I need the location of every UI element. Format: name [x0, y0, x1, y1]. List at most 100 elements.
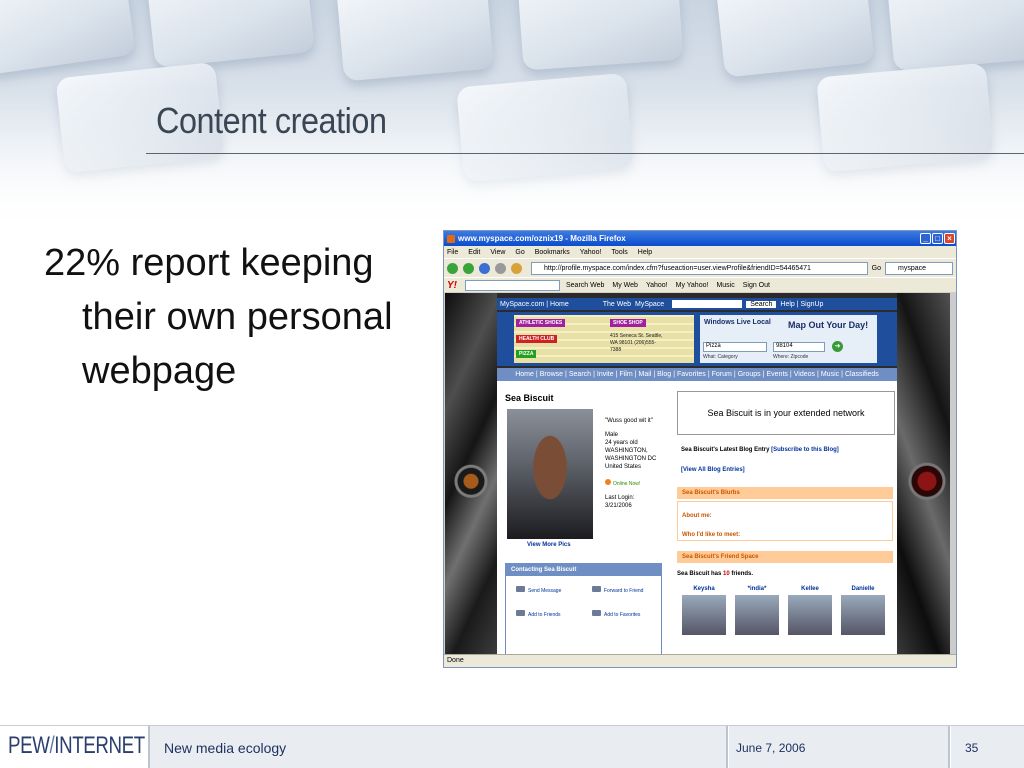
nav-film[interactable]: Film: [619, 371, 632, 378]
nav-favorites[interactable]: Favorites: [677, 371, 706, 378]
add-to-favorites-link[interactable]: Add to Favorites: [592, 610, 640, 618]
profile-country: United States: [605, 464, 642, 470]
what-input[interactable]: Pizza: [703, 342, 767, 352]
menu-help[interactable]: Help: [638, 249, 652, 256]
friend-card[interactable]: Danielle: [838, 586, 888, 635]
help-signup-links[interactable]: Help | SignUp: [780, 301, 823, 308]
background-fade: [0, 90, 1024, 230]
footer-right-panel: [951, 726, 1024, 768]
yahoo-search-web[interactable]: Search Web: [566, 282, 604, 289]
latest-blog-heading: Sea Biscuit's Latest Blog Entry [Subscri…: [681, 447, 839, 453]
close-icon[interactable]: ×: [944, 233, 955, 244]
go-button[interactable]: Go: [872, 265, 881, 272]
menu-yahoo[interactable]: Yahoo!: [580, 249, 602, 256]
send-message-link[interactable]: Send Message: [516, 586, 561, 594]
nav-browse[interactable]: Browse: [540, 371, 563, 378]
footer-date: June 7, 2006: [736, 741, 806, 755]
yahoo-sign-out[interactable]: Sign Out: [743, 282, 770, 289]
window-title: www.myspace.com/oznix19 - Mozilla Firefo…: [458, 234, 626, 243]
about-me-label: About me:: [682, 513, 712, 519]
forward-icon[interactable]: [463, 262, 474, 274]
nav-blog[interactable]: Blog: [657, 371, 671, 378]
nav-invite[interactable]: Invite: [597, 371, 614, 378]
logo-internet: INTERNET: [54, 732, 145, 759]
forward-to-friend-link[interactable]: Forward to Friend: [592, 586, 643, 594]
friend-name[interactable]: Kellee: [785, 586, 835, 592]
advertisement-banner[interactable]: ATHLETIC SHOES HEALTH CLUB PIZZA SHOE SH…: [497, 312, 897, 366]
yahoo-link[interactable]: Yahoo!: [646, 282, 668, 289]
where-input[interactable]: 98104: [773, 342, 825, 352]
footer-divider: [726, 726, 728, 768]
profile-age: 24 years old: [605, 440, 638, 446]
what-label: What: Category: [703, 354, 738, 360]
profile-location: WASHINGTON, WASHINGTON DC: [605, 448, 657, 462]
friend-name[interactable]: *india*: [732, 586, 782, 592]
friend-photo[interactable]: [735, 595, 779, 635]
browser-screenshot: www.myspace.com/oznix19 - Mozilla Firefo…: [443, 230, 957, 668]
view-more-pics-link[interactable]: View More Pics: [527, 542, 571, 548]
yahoo-my-yahoo[interactable]: My Yahoo!: [676, 282, 709, 289]
menu-edit[interactable]: Edit: [468, 249, 480, 256]
stop-icon[interactable]: [495, 262, 506, 274]
minimize-icon[interactable]: _: [920, 233, 931, 244]
ad-tag: ATHLETIC SHOES: [516, 319, 566, 327]
friend-card[interactable]: Kellee: [785, 586, 835, 635]
menu-file[interactable]: File: [447, 249, 458, 256]
yahoo-my-web[interactable]: My Web: [612, 282, 638, 289]
friend-card[interactable]: *india*: [732, 586, 782, 635]
keyboard-key: [715, 0, 875, 78]
maximize-icon[interactable]: □: [932, 233, 943, 244]
menu-view[interactable]: View: [490, 249, 505, 256]
nav-search[interactable]: Search: [569, 371, 591, 378]
friend-name[interactable]: Danielle: [838, 586, 888, 592]
latest-blog-label: Sea Biscuit's Latest Blog Entry: [681, 447, 770, 453]
last-login-label: Last Login:: [605, 495, 635, 501]
who-to-meet-label: Who I'd like to meet:: [682, 532, 741, 538]
pew-internet-logo: PEW/INTERNET: [8, 732, 145, 762]
nav-mail[interactable]: Mail: [639, 371, 652, 378]
blurbs-header: Sea Biscuit's Blurbs: [677, 487, 893, 499]
myspace-search-input[interactable]: [672, 300, 743, 308]
search-myspace-option[interactable]: MySpace: [635, 301, 664, 308]
nav-events[interactable]: Events: [767, 371, 788, 378]
profile-name: Sea Biscuit: [505, 393, 554, 403]
yahoo-music[interactable]: Music: [716, 282, 734, 289]
myspace-search-button[interactable]: Search: [746, 300, 777, 308]
back-icon[interactable]: [447, 262, 458, 274]
nav-home[interactable]: Home: [515, 371, 534, 378]
friend-name[interactable]: Keysha: [679, 586, 729, 592]
ad-tagline: Map Out Your Day!: [788, 320, 869, 330]
friend-photo[interactable]: [682, 595, 726, 635]
google-search-input[interactable]: myspace: [885, 261, 953, 275]
friend-card[interactable]: Keysha: [679, 586, 729, 635]
yahoo-search-input[interactable]: [465, 279, 560, 291]
keyboard-key: [336, 0, 494, 82]
where-label: Where: Zipcode: [773, 354, 809, 360]
nav-forum[interactable]: Forum: [712, 371, 732, 378]
ad-tag: SHOE SHOP: [610, 319, 646, 327]
menu-bookmarks[interactable]: Bookmarks: [535, 249, 570, 256]
profile-photo[interactable]: [507, 409, 593, 539]
friend-space-header: Sea Biscuit's Friend Space: [677, 551, 893, 563]
logo-pew: PEW: [8, 732, 50, 759]
nav-classifieds[interactable]: Classifieds: [845, 371, 879, 378]
add-to-friends-link[interactable]: Add to Friends: [516, 610, 561, 618]
nav-groups[interactable]: Groups: [738, 371, 761, 378]
vertical-scrollbar[interactable]: [950, 293, 956, 655]
arrow-right-icon[interactable]: ➜: [832, 341, 843, 352]
myspace-home-link[interactable]: MySpace.com | Home: [500, 301, 569, 308]
friend-photo[interactable]: [788, 595, 832, 635]
ad-tag: HEALTH CLUB: [516, 335, 558, 343]
friend-photo[interactable]: [841, 595, 885, 635]
nav-music[interactable]: Music: [821, 371, 839, 378]
address-bar[interactable]: http://profile.myspace.com/index.cfm?fus…: [531, 261, 868, 275]
subscribe-blog-link[interactable]: [Subscribe to this Blog]: [771, 447, 839, 453]
home-icon[interactable]: [511, 262, 522, 274]
menu-tools[interactable]: Tools: [611, 249, 627, 256]
menu-go[interactable]: Go: [515, 249, 524, 256]
reload-icon[interactable]: [479, 262, 490, 274]
nav-videos[interactable]: Videos: [794, 371, 815, 378]
view-all-blog-link[interactable]: [View All Blog Entries]: [681, 467, 745, 473]
search-web-option[interactable]: The Web: [603, 301, 631, 308]
last-login-date: 3/21/2006: [605, 503, 632, 509]
